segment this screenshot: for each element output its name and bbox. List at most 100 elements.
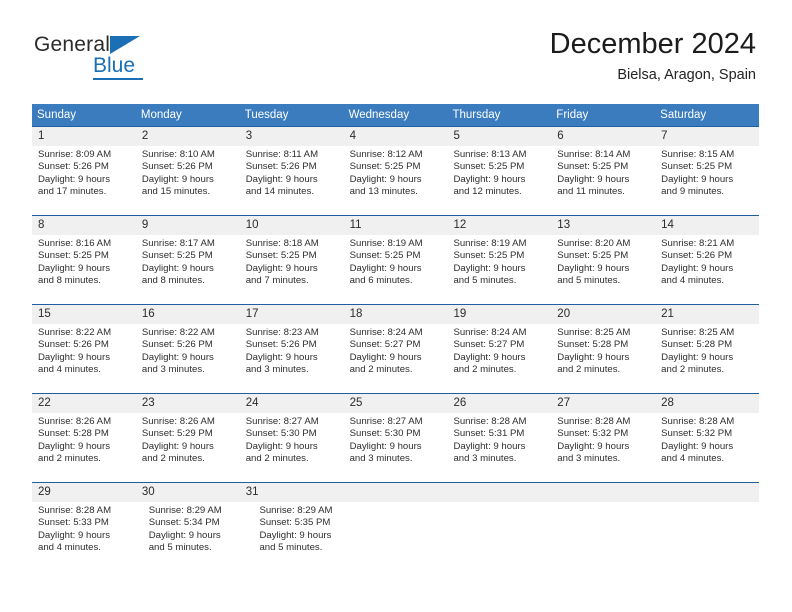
day-cell[interactable]: Sunrise: 8:24 AM Sunset: 5:27 PM Dayligh… [344, 324, 448, 393]
day-number[interactable]: 20 [551, 305, 655, 324]
sunrise-text: Sunrise: 8:11 AM [245, 149, 319, 160]
page-title: December 2024 [549, 28, 756, 60]
day-cell[interactable]: Sunrise: 8:19 AM Sunset: 5:25 PM Dayligh… [344, 235, 448, 304]
day-number[interactable]: 2 [136, 127, 240, 146]
day-number[interactable]: 14 [655, 216, 759, 235]
day-number[interactable]: 18 [344, 305, 448, 324]
day-cell[interactable]: Sunrise: 8:10 AM Sunset: 5:26 PM Dayligh… [136, 146, 240, 215]
day-number[interactable]: 7 [655, 127, 759, 146]
sunset-text: Sunset: 5:26 PM [38, 339, 109, 351]
day-cell[interactable]: Sunrise: 8:11 AM Sunset: 5:26 PM Dayligh… [240, 146, 344, 215]
day-number[interactable]: 8 [32, 216, 136, 235]
day-cell[interactable]: Sunrise: 8:28 AM Sunset: 5:31 PM Dayligh… [447, 413, 551, 482]
day-cell[interactable]: Sunrise: 8:23 AM Sunset: 5:26 PM Dayligh… [240, 324, 344, 393]
sunrise-text: Sunrise: 8:22 AM [38, 327, 112, 338]
general-blue-logo[interactable]: General Blue [34, 34, 254, 90]
sunset-text: Sunset: 5:27 PM [349, 339, 421, 351]
day-number[interactable]: 30 [136, 483, 240, 502]
day-cell[interactable]: Sunrise: 8:14 AM Sunset: 5:25 PM Dayligh… [551, 146, 655, 215]
day-number[interactable]: 10 [240, 216, 344, 235]
day-number[interactable]: 31 [240, 483, 344, 502]
day-number[interactable]: 12 [447, 216, 551, 235]
day-cell[interactable]: Sunrise: 8:27 AM Sunset: 5:30 PM Dayligh… [240, 413, 344, 482]
sunrise-text: Sunrise: 8:19 AM [349, 238, 423, 249]
week-row: 15 16 17 18 19 20 21 Sunrise: 8:22 AM Su… [32, 304, 759, 393]
day-cell[interactable]: Sunrise: 8:26 AM Sunset: 5:29 PM Dayligh… [136, 413, 240, 482]
day-number[interactable]: 3 [240, 127, 344, 146]
day-number[interactable]: 13 [551, 216, 655, 235]
day-number[interactable]: 1 [32, 127, 136, 146]
day-cell[interactable]: Sunrise: 8:25 AM Sunset: 5:28 PM Dayligh… [551, 324, 655, 393]
day-cell[interactable]: Sunrise: 8:28 AM Sunset: 5:33 PM Dayligh… [32, 502, 143, 571]
day-number[interactable]: 15 [32, 305, 136, 324]
week-row: 22 23 24 25 26 27 28 Sunrise: 8:26 AM Su… [32, 393, 759, 482]
sunrise-text: Sunrise: 8:25 AM [661, 327, 735, 338]
day-number-row: 8 9 10 11 12 13 14 [32, 216, 759, 235]
weekday-header-monday: Monday [140, 109, 182, 121]
day-cell[interactable]: Sunrise: 8:22 AM Sunset: 5:26 PM Dayligh… [32, 324, 136, 393]
day-cell[interactable]: Sunrise: 8:27 AM Sunset: 5:30 PM Dayligh… [344, 413, 448, 482]
day-number[interactable]: 23 [136, 394, 240, 413]
page-subtitle-location: Bielsa, Aragon, Spain [617, 67, 756, 84]
day-number-row: 22 23 24 25 26 27 28 [32, 394, 759, 413]
day-number[interactable]: 28 [655, 394, 759, 413]
weekday-header-wednesday: Wednesday [348, 109, 410, 121]
day-cell[interactable]: Sunrise: 8:24 AM Sunset: 5:27 PM Dayligh… [447, 324, 551, 393]
day-cell[interactable]: Sunrise: 8:18 AM Sunset: 5:25 PM Dayligh… [240, 235, 344, 304]
sunrise-text: Sunrise: 8:18 AM [245, 238, 319, 249]
day-number[interactable]: 17 [240, 305, 344, 324]
sunrise-text: Sunrise: 8:24 AM [349, 327, 423, 338]
day-number[interactable]: 6 [551, 127, 655, 146]
day-number[interactable]: 25 [344, 394, 448, 413]
day-cell[interactable]: Sunrise: 8:25 AM Sunset: 5:28 PM Dayligh… [655, 324, 759, 393]
daylight-text-line2: and 14 minutes. [245, 186, 314, 198]
day-number[interactable]: 5 [447, 127, 551, 146]
daylight-text-line1: Daylight: 9 hours [245, 351, 318, 363]
day-number[interactable]: 19 [447, 305, 551, 324]
day-number[interactable]: 26 [447, 394, 551, 413]
day-number-empty [655, 483, 759, 502]
day-cell-empty [660, 502, 759, 571]
day-info-row: Sunrise: 8:09 AM Sunset: 5:26 PM Dayligh… [32, 146, 759, 215]
weekday-header-row: Sunday Monday Tuesday Wednesday Thursday… [32, 104, 759, 126]
calendar-table: Sunday Monday Tuesday Wednesday Thursday… [32, 104, 759, 571]
daylight-text-line1: Daylight: 9 hours [349, 173, 422, 185]
day-cell[interactable]: Sunrise: 8:21 AM Sunset: 5:26 PM Dayligh… [655, 235, 759, 304]
day-cell[interactable]: Sunrise: 8:20 AM Sunset: 5:25 PM Dayligh… [551, 235, 655, 304]
daylight-text-line2: and 2 minutes. [141, 453, 205, 465]
daylight-text-line1: Daylight: 9 hours [141, 351, 214, 363]
day-cell[interactable]: Sunrise: 8:26 AM Sunset: 5:28 PM Dayligh… [32, 413, 136, 482]
day-number[interactable]: 4 [344, 127, 448, 146]
daylight-text-line2: and 6 minutes. [349, 275, 413, 287]
day-number[interactable]: 29 [32, 483, 136, 502]
weekday-header-friday: Friday [556, 109, 589, 121]
day-cell[interactable]: Sunrise: 8:09 AM Sunset: 5:26 PM Dayligh… [32, 146, 136, 215]
day-cell[interactable]: Sunrise: 8:16 AM Sunset: 5:25 PM Dayligh… [32, 235, 136, 304]
day-cell[interactable]: Sunrise: 8:29 AM Sunset: 5:34 PM Dayligh… [143, 502, 254, 571]
day-cell[interactable]: Sunrise: 8:28 AM Sunset: 5:32 PM Dayligh… [655, 413, 759, 482]
day-cell[interactable]: Sunrise: 8:17 AM Sunset: 5:25 PM Dayligh… [136, 235, 240, 304]
day-number-row: 29 30 31 [32, 483, 759, 502]
daylight-text-line1: Daylight: 9 hours [557, 262, 630, 274]
day-cell[interactable]: Sunrise: 8:29 AM Sunset: 5:35 PM Dayligh… [253, 502, 364, 571]
daylight-text-line1: Daylight: 9 hours [453, 351, 526, 363]
day-cell[interactable]: Sunrise: 8:13 AM Sunset: 5:25 PM Dayligh… [447, 146, 551, 215]
day-number[interactable]: 22 [32, 394, 136, 413]
day-cell[interactable]: Sunrise: 8:15 AM Sunset: 5:25 PM Dayligh… [655, 146, 759, 215]
day-number[interactable]: 27 [551, 394, 655, 413]
day-cell[interactable]: Sunrise: 8:12 AM Sunset: 5:25 PM Dayligh… [344, 146, 448, 215]
day-number[interactable]: 16 [136, 305, 240, 324]
day-cell[interactable]: Sunrise: 8:22 AM Sunset: 5:26 PM Dayligh… [136, 324, 240, 393]
logo-underline [93, 78, 143, 80]
day-cell[interactable]: Sunrise: 8:28 AM Sunset: 5:32 PM Dayligh… [551, 413, 655, 482]
day-number[interactable]: 9 [136, 216, 240, 235]
day-number[interactable]: 24 [240, 394, 344, 413]
daylight-text-line1: Daylight: 9 hours [245, 440, 318, 452]
weekday-header-sunday: Sunday [37, 109, 77, 121]
day-number[interactable]: 21 [655, 305, 759, 324]
day-cell[interactable]: Sunrise: 8:19 AM Sunset: 5:25 PM Dayligh… [447, 235, 551, 304]
day-number[interactable]: 11 [344, 216, 448, 235]
sunset-text: Sunset: 5:25 PM [38, 250, 109, 262]
sunset-text: Sunset: 5:25 PM [661, 161, 733, 173]
daylight-text-line2: and 4 minutes. [38, 364, 101, 376]
